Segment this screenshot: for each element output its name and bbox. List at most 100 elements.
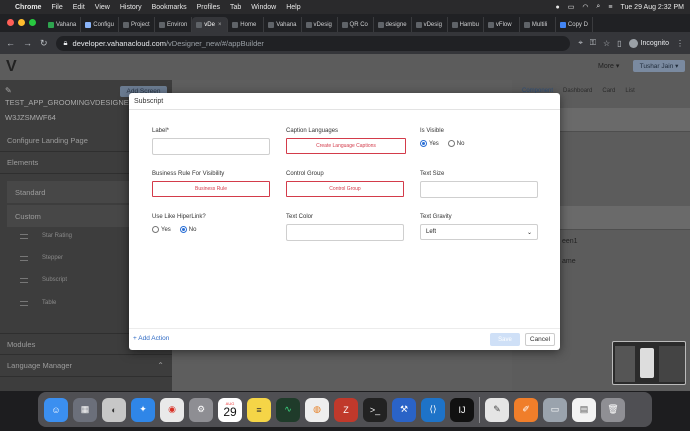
location-icon[interactable]: ⌖: [578, 38, 583, 48]
kebab-menu-icon[interactable]: ⋮: [676, 39, 684, 48]
github-icon[interactable]: ●: [555, 4, 559, 11]
battery-icon[interactable]: ▭: [568, 3, 575, 11]
wifi-icon[interactable]: ◠: [582, 3, 588, 11]
intellij-icon[interactable]: IJ: [450, 397, 474, 422]
browser-tab[interactable]: Copy D: [556, 17, 593, 32]
forward-icon[interactable]: →: [23, 38, 32, 48]
screenshot-app-icon[interactable]: ▭: [543, 397, 567, 422]
cancel-button[interactable]: Cancel: [525, 333, 555, 346]
menu-view[interactable]: View: [95, 4, 110, 11]
close-tab-icon[interactable]: ×: [218, 22, 222, 28]
chrome-icon[interactable]: ◉: [160, 397, 184, 422]
calendar-icon[interactable]: AUG 29: [218, 397, 242, 422]
element-subscript[interactable]: Subscript: [20, 277, 67, 283]
favicon-icon: [341, 21, 348, 28]
text-size-input[interactable]: [420, 181, 538, 198]
textedit-icon[interactable]: ✎: [485, 397, 509, 422]
menu-history[interactable]: History: [120, 4, 142, 11]
notes-icon[interactable]: ≡: [247, 397, 271, 422]
key-icon[interactable]: ⚿: [590, 38, 596, 48]
menu-bookmarks[interactable]: Bookmarks: [152, 4, 187, 11]
activity-monitor-icon[interactable]: ∿: [276, 397, 300, 422]
address-bar[interactable]: 🔒︎ developer.vahanacloud.com/vDesigner_n…: [55, 35, 571, 51]
user-menu-button[interactable]: Tushar Jain ▾: [633, 60, 685, 72]
browser-tab[interactable]: Project: [119, 17, 155, 32]
sidepanel-icon[interactable]: ▯: [617, 39, 621, 48]
browser-tab[interactable]: Hambu: [448, 17, 484, 32]
terminal-icon[interactable]: >_: [363, 397, 387, 422]
system-preferences-icon[interactable]: ⚙: [189, 397, 213, 422]
favicon-icon: [487, 21, 494, 28]
lock-icon[interactable]: 🔒︎: [64, 38, 68, 48]
browser-tab[interactable]: Vahana: [264, 17, 302, 32]
menu-help[interactable]: Help: [286, 4, 300, 11]
browser-tab[interactable]: Environ: [155, 17, 193, 32]
chevron-down-icon: ⌄: [526, 229, 532, 236]
browser-tab[interactable]: vDesig: [412, 17, 448, 32]
xcode-icon[interactable]: ⚒: [392, 397, 416, 422]
browser-toolbar: ← → ↻ 🔒︎ developer.vahanacloud.com/vDesi…: [0, 32, 690, 54]
edit-icon[interactable]: ✎: [5, 86, 12, 95]
menu-edit[interactable]: Edit: [73, 4, 85, 11]
favicon-icon: [377, 21, 384, 28]
text-color-input[interactable]: [286, 224, 404, 241]
pencil-app-icon[interactable]: ✐: [514, 397, 538, 422]
business-rule-button[interactable]: Business Rule: [152, 181, 270, 197]
menu-profiles[interactable]: Profiles: [197, 4, 220, 11]
reload-icon[interactable]: ↻: [40, 38, 48, 49]
search-icon[interactable]: ⌕: [596, 3, 600, 11]
browser-tab-active[interactable]: vDe ×: [192, 17, 229, 32]
add-action-link[interactable]: + Add Action: [133, 335, 169, 342]
browser-tab[interactable]: Home: [228, 17, 265, 32]
browser-tab[interactable]: vDesig: [302, 17, 338, 32]
menu-tab[interactable]: Tab: [230, 4, 241, 11]
filezilla-icon[interactable]: Z: [334, 397, 358, 422]
close-window-icon[interactable]: [7, 19, 14, 26]
incognito-indicator[interactable]: Incognito: [628, 38, 669, 48]
language-manager-section[interactable]: Language Manager ⌃: [0, 355, 172, 377]
postman-icon[interactable]: ◍: [305, 397, 329, 422]
use-like-hyperlink-label: Use Like HiperLink?: [152, 214, 206, 220]
launchpad-icon[interactable]: ▦: [73, 397, 97, 422]
screenshot-thumbnail[interactable]: [612, 341, 686, 385]
tab-list[interactable]: List: [625, 88, 634, 95]
vahana-logo-icon[interactable]: V: [6, 58, 17, 76]
browser-tab[interactable]: vFlow: [484, 17, 520, 32]
safari-icon[interactable]: ✦: [131, 397, 155, 422]
browser-tab[interactable]: designe: [374, 17, 412, 32]
browser-tab[interactable]: Configu: [81, 17, 119, 32]
hyperlink-no[interactable]: No: [179, 226, 196, 233]
finder-icon[interactable]: ☺: [44, 397, 68, 422]
minimize-window-icon[interactable]: [18, 19, 25, 26]
element-stepper[interactable]: Stepper: [20, 255, 63, 261]
browser-tab[interactable]: QR Co: [338, 17, 374, 32]
menu-window[interactable]: Window: [251, 4, 276, 11]
bookmark-star-icon[interactable]: ☆: [603, 39, 610, 48]
is-visible-no[interactable]: No: [447, 140, 464, 147]
back-icon[interactable]: ←: [6, 38, 15, 48]
menu-app-name[interactable]: Chrome: [15, 4, 41, 11]
control-group-button[interactable]: Control Group: [286, 181, 404, 197]
save-button[interactable]: Save: [490, 333, 520, 346]
browser-tab[interactable]: Multili: [520, 17, 556, 32]
hyperlink-yes[interactable]: Yes: [152, 226, 171, 233]
vscode-icon[interactable]: ⟨⟩: [421, 397, 445, 422]
element-star-rating[interactable]: Star Rating: [20, 233, 72, 239]
menu-clock[interactable]: Tue 29 Aug 2:32 PM: [620, 4, 684, 11]
tab-dashboard[interactable]: Dashboard: [563, 88, 592, 95]
browser-tab[interactable]: Vahana: [44, 17, 82, 32]
preview-icon[interactable]: ◐: [102, 397, 126, 422]
downloads-stack-icon[interactable]: ▤: [572, 397, 596, 422]
zoom-window-icon[interactable]: [29, 19, 36, 26]
screen-label[interactable]: een1: [562, 238, 578, 245]
tab-card[interactable]: Card: [602, 88, 615, 95]
label-input[interactable]: [152, 138, 270, 155]
trash-icon[interactable]: 🗑︎: [601, 397, 625, 422]
is-visible-yes[interactable]: Yes: [420, 140, 439, 147]
menu-file[interactable]: File: [51, 4, 62, 11]
create-language-captions-button[interactable]: Create Language Captions: [286, 138, 406, 154]
text-gravity-select[interactable]: Left ⌄: [420, 224, 538, 240]
more-menu[interactable]: More ▾: [598, 62, 619, 70]
control-center-icon[interactable]: ≡: [608, 4, 612, 11]
element-table[interactable]: Table: [20, 300, 56, 306]
